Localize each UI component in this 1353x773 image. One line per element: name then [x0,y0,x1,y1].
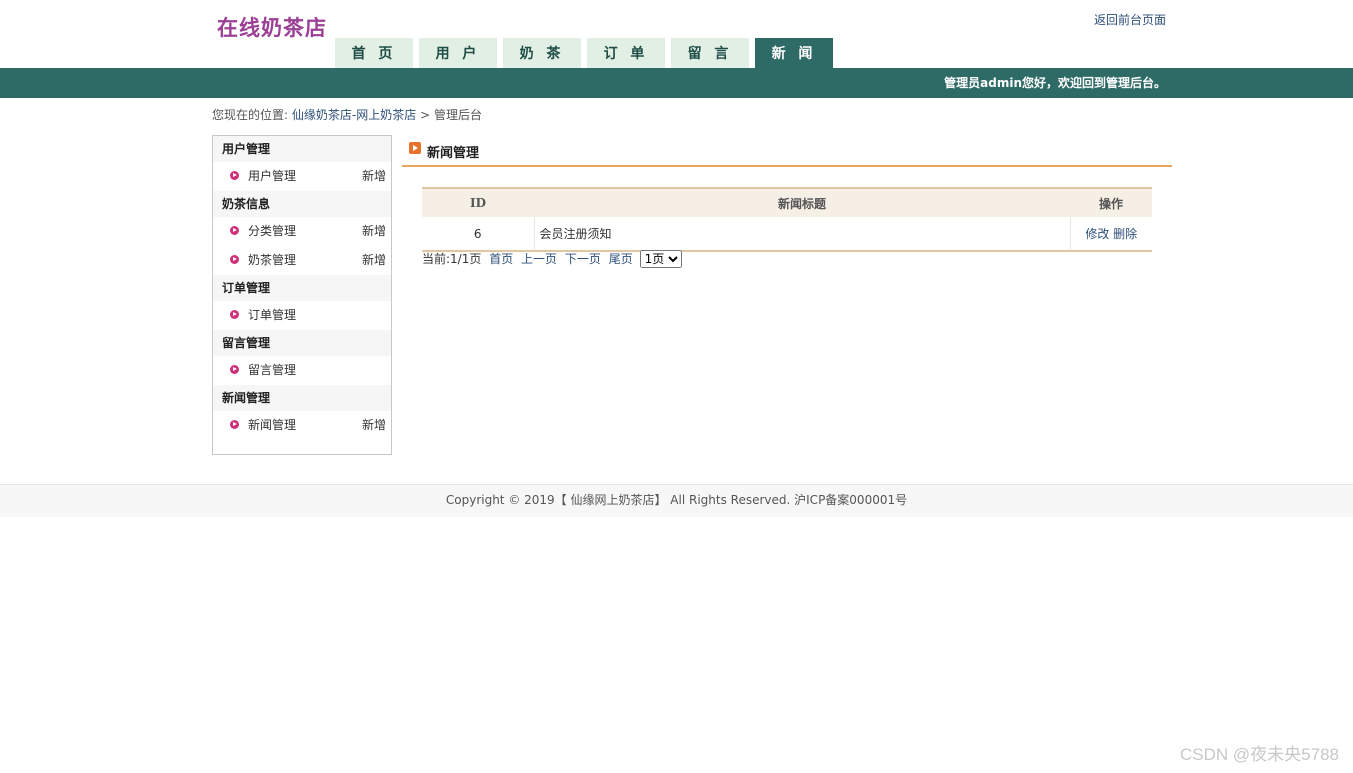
prev-page-link[interactable]: 上一页 [521,252,557,266]
add-category-button[interactable]: 新增 [362,217,386,246]
sidebar-group-title: 订单管理 [213,275,391,301]
news-table: ID 新闻标题 操作 6 会员注册须知 修改 删除 [422,187,1152,252]
cell-actions: 修改 删除 [1070,217,1152,252]
sidebar-item-category-management: 分类管理 新增 [213,217,391,246]
nav-tab-news[interactable]: 新 闻 [755,38,833,68]
page-title: 新闻管理 [427,146,480,161]
breadcrumb-site-link[interactable]: 仙缘奶茶店-网上奶茶店 [292,108,416,122]
sidebar-item-order-management: 订单管理 [213,301,391,330]
sidebar-item-milktea-management: 奶茶管理 新增 [213,246,391,275]
bullet-arrow-icon [230,255,239,264]
page-status: 当前:1/1页 [422,252,482,266]
top-header: 在线奶茶店 返回前台页面 首 页 用 户 奶 茶 订 单 留 言 新 闻 [0,0,1353,68]
breadcrumb-current: 管理后台 [433,108,482,122]
nav-tab-users[interactable]: 用 户 [419,38,497,68]
cell-id: 6 [422,217,534,252]
nav-tab-orders[interactable]: 订 单 [587,38,665,68]
section-arrow-icon [409,142,421,154]
sidebar-item-label[interactable]: 订单管理 [248,301,296,330]
sidebar-group-title: 奶茶信息 [213,191,391,217]
sidebar-item-news-management: 新闻管理 新增 [213,411,391,440]
table-row: 6 会员注册须知 修改 删除 [422,217,1152,252]
nav-tab-milktea[interactable]: 奶 茶 [503,38,581,68]
bullet-arrow-icon [230,310,239,319]
bullet-arrow-icon [230,171,239,180]
bullet-arrow-icon [230,226,239,235]
column-header-actions: 操作 [1070,187,1152,217]
return-frontend-link[interactable]: 返回前台页面 [1094,11,1166,28]
sidebar-item-label[interactable]: 用户管理 [248,162,296,191]
nav-tab-home[interactable]: 首 页 [335,38,413,68]
section-header: 新闻管理 [402,135,1172,167]
main-nav: 首 页 用 户 奶 茶 订 单 留 言 新 闻 [335,38,833,68]
watermark: CSDN @夜未央5788 [1180,745,1339,764]
breadcrumb-prefix: 您现在的位置: [212,108,289,122]
bullet-arrow-icon [230,365,239,374]
sidebar-item-label[interactable]: 留言管理 [248,356,296,385]
sidebar-item-user-management: 用户管理 新增 [213,162,391,191]
sidebar-item-label[interactable]: 新闻管理 [248,411,296,440]
sidebar-group-title: 新闻管理 [213,385,391,411]
sidebar-group-title: 用户管理 [213,136,391,162]
add-user-button[interactable]: 新增 [362,162,386,191]
add-news-button[interactable]: 新增 [362,411,386,440]
pagination: 当前:1/1页 首页 上一页 下一页 尾页 1页 [422,250,682,268]
delete-link[interactable]: 删除 [1113,227,1137,241]
column-header-id: ID [422,187,534,217]
column-header-title: 新闻标题 [534,187,1070,217]
edit-link[interactable]: 修改 [1085,227,1109,241]
last-page-link[interactable]: 尾页 [609,252,633,266]
sidebar-group-title: 留言管理 [213,330,391,356]
copyright-text: Copyright © 2019【 仙缘网上奶茶店】 All Rights Re… [445,493,908,507]
breadcrumb-separator: > [420,108,431,122]
first-page-link[interactable]: 首页 [489,252,513,266]
welcome-text: 管理员admin您好，欢迎回到管理后台。 [944,76,1166,90]
breadcrumb: 您现在的位置: 仙缘奶茶店-网上奶茶店 > 管理后台 [212,106,482,123]
bullet-arrow-icon [230,420,239,429]
page-select[interactable]: 1页 [639,250,682,268]
site-logo: 在线奶茶店 [217,15,327,40]
sidebar: 用户管理 用户管理 新增 奶茶信息 分类管理 新增 奶茶管理 新增 订单管理 订… [212,135,392,455]
status-bar: 管理员admin您好，欢迎回到管理后台。 [0,68,1353,98]
table-header-row: ID 新闻标题 操作 [422,187,1152,217]
sidebar-item-label[interactable]: 奶茶管理 [248,246,296,275]
sidebar-item-label[interactable]: 分类管理 [248,217,296,246]
next-page-link[interactable]: 下一页 [565,252,601,266]
footer: Copyright © 2019【 仙缘网上奶茶店】 All Rights Re… [0,484,1353,517]
cell-title: 会员注册须知 [533,217,1071,252]
sidebar-item-message-management: 留言管理 [213,356,391,385]
nav-tab-messages[interactable]: 留 言 [671,38,749,68]
add-milktea-button[interactable]: 新增 [362,246,386,275]
